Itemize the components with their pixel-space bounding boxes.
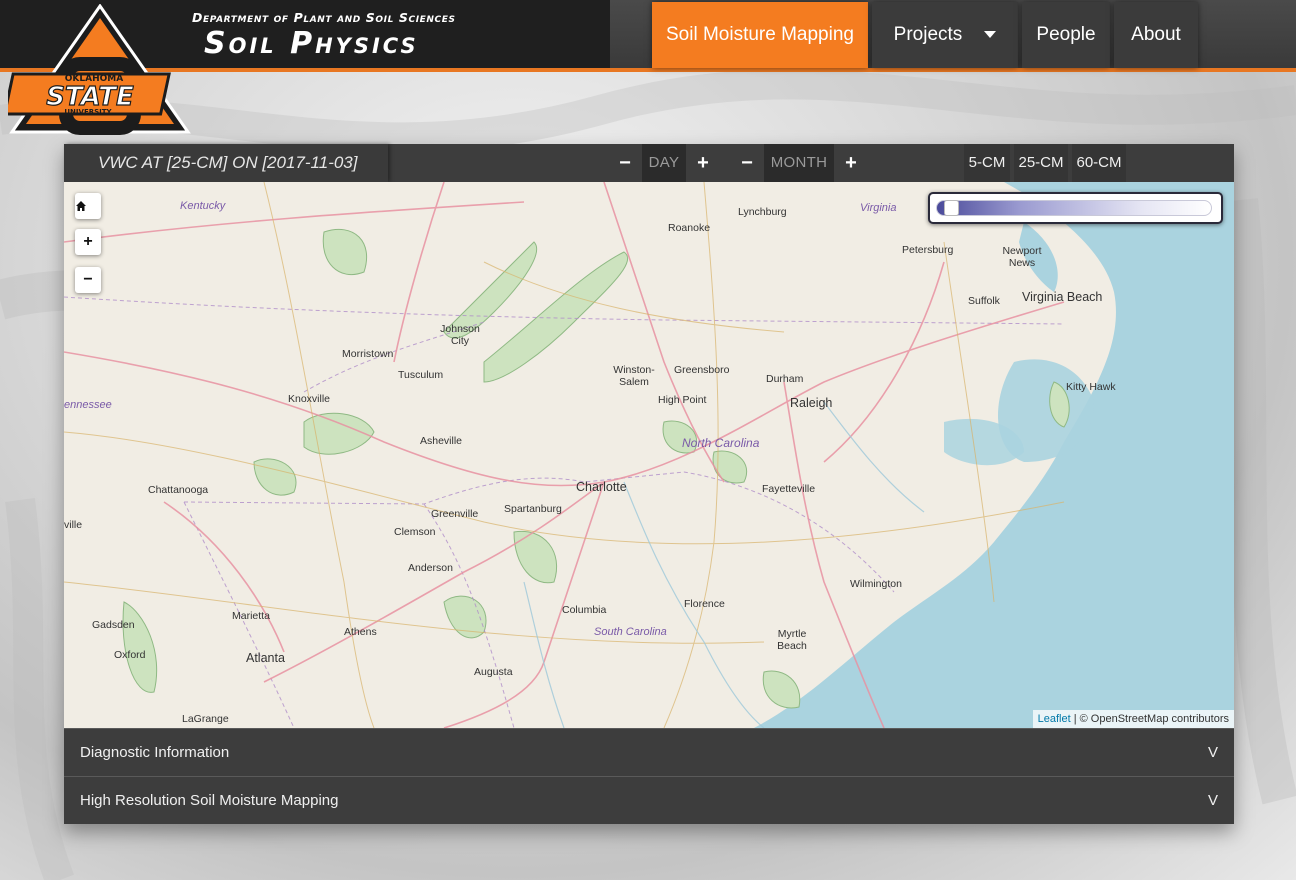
accordion-toggle[interactable]: V (1208, 729, 1218, 777)
map-label-city: LaGrange (182, 713, 229, 725)
slider-track[interactable] (936, 200, 1212, 216)
slider-handle[interactable] (943, 200, 959, 216)
map-label-city: Atlanta (246, 651, 285, 665)
day-plus-button[interactable]: + (690, 144, 716, 182)
map-label-city: Lynchburg (738, 206, 787, 218)
map-label-city: Florence (684, 598, 725, 610)
map-label-city: High Point (658, 394, 707, 406)
nav-soil-moisture-mapping[interactable]: Soil Moisture Mapping (652, 2, 868, 68)
map-label-city: Durham (766, 373, 804, 385)
accordion-title: High Resolution Soil Moisture Mapping (80, 792, 339, 809)
nav-projects[interactable]: Projects (872, 2, 1018, 68)
map-label-city: Fayetteville (762, 483, 816, 495)
map-label-city: Winston-Salem (613, 364, 655, 388)
map-label-city: Greensboro (674, 364, 730, 376)
map-label-state: ennessee (64, 399, 112, 411)
map-label-city: Gadsden (92, 619, 135, 631)
map-label-city: Virginia Beach (1022, 290, 1103, 304)
zoom-out-button[interactable]: − (75, 267, 101, 293)
chevron-down-icon (984, 31, 997, 39)
attribution-text: | © OpenStreetMap contributors (1070, 713, 1229, 725)
month-plus-button[interactable]: + (838, 144, 864, 182)
map-label-city: Kitty Hawk (1066, 381, 1116, 393)
month-minus-button[interactable]: − (734, 144, 760, 182)
map-label-city: Tusculum (398, 369, 444, 381)
depth-5cm-button[interactable]: 5-CM (964, 144, 1010, 182)
map-attribution: Leaflet | © OpenStreetMap contributors (1032, 710, 1234, 728)
map-label-city: Wilmington (850, 578, 902, 590)
map-label-city: Anderson (408, 562, 453, 574)
vwc-slider[interactable] (928, 192, 1223, 224)
map-label-city: Oxford (114, 649, 146, 661)
map-label-city: Greenville (431, 508, 479, 520)
nav-people[interactable]: People (1022, 2, 1110, 68)
svg-text:UNIVERSITY: UNIVERSITY (64, 108, 112, 116)
map-label-state: Virginia (860, 202, 897, 214)
map-label-city: Asheville (420, 435, 463, 447)
osu-logo-icon[interactable]: OKLAHOMA STATE UNIVERSITY (2, 3, 192, 138)
depth-25cm-button[interactable]: 25-CM (1014, 144, 1068, 182)
map-toolbar: VWC AT [25-CM] ON [2017-11-03] − DAY + −… (64, 144, 1234, 182)
accordion-toggle[interactable]: V (1208, 777, 1218, 825)
accordion-title: Diagnostic Information (80, 744, 230, 761)
vwc-title: VWC AT [25-CM] ON [2017-11-03] (64, 144, 388, 182)
map-label-city: Athens (344, 626, 377, 638)
nav-about[interactable]: About (1114, 2, 1198, 68)
map-label-city: Morristown (342, 348, 394, 360)
map-panel: VWC AT [25-CM] ON [2017-11-03] − DAY + −… (64, 144, 1234, 824)
leaflet-map[interactable]: Kentucky Virginia North Carolina South C… (64, 182, 1234, 728)
map-label-city: Augusta (474, 666, 513, 678)
map-label-city: Newport News (1002, 245, 1042, 269)
map-label-city: Raleigh (790, 396, 833, 410)
leaflet-link[interactable]: Leaflet (1038, 713, 1071, 725)
department-name: Department of Plant and Soil Sciences (192, 10, 456, 25)
home-icon[interactable] (75, 193, 101, 219)
map-label-city: Petersburg (902, 244, 954, 256)
month-label: MONTH (764, 144, 834, 182)
map-label-state: South Carolina (594, 626, 667, 638)
accordion-high-resolution-mapping[interactable]: High Resolution Soil Moisture Mapping V (64, 776, 1234, 824)
day-minus-button[interactable]: − (612, 144, 638, 182)
map-label-city: ville (64, 519, 83, 531)
map-label-state: Kentucky (180, 200, 226, 212)
site-title[interactable]: Soil Physics (204, 26, 419, 61)
map-label-city: Columbia (562, 604, 607, 616)
map-label-city: Knoxville (288, 393, 331, 405)
map-label-city: Charlotte (576, 480, 627, 494)
map-label-city: Roanoke (668, 222, 711, 234)
map-label-city: Johnson City (440, 323, 480, 347)
map-label-city: Myrtle Beach (777, 628, 807, 652)
map-label-city: Marietta (232, 610, 270, 622)
accordion-diagnostic-information[interactable]: Diagnostic Information V (64, 728, 1234, 776)
map-label-city: Chattanooga (148, 484, 209, 496)
map-label-state: North Carolina (682, 436, 760, 450)
map-label-city: Suffolk (968, 295, 1000, 307)
day-label: DAY (642, 144, 686, 182)
map-label-city: Clemson (394, 526, 436, 538)
map-label-city: Spartanburg (504, 503, 562, 515)
depth-60cm-button[interactable]: 60-CM (1072, 144, 1126, 182)
zoom-in-button[interactable]: + (75, 229, 101, 255)
